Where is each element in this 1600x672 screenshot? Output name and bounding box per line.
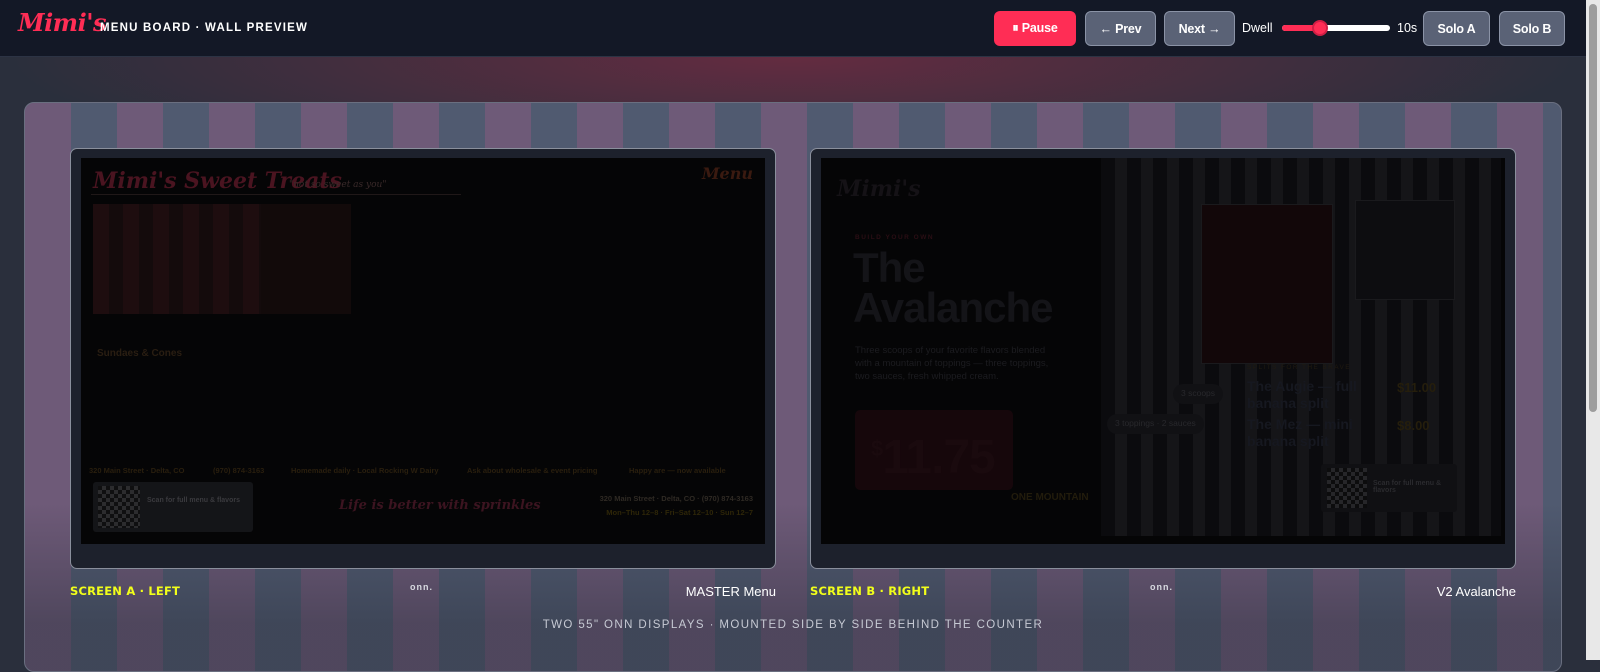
screen-a-section-heading: Sundaes & Cones [97,348,183,359]
screen-b-display: Mimi's BUILD YOUR OWN The Avalanche Thre… [821,158,1505,544]
screen-a-address: 320 Main Street · Delta, CO · (970) 874-… [599,494,753,503]
next-button[interactable]: Next → [1164,11,1235,46]
solo-b-button[interactable]: Solo B [1499,11,1565,46]
screen-a-caption: SCREEN A · LEFT [70,584,181,598]
solo-a-button[interactable]: Solo A [1423,11,1490,46]
screen-a-hours: Mon–Thu 12–8 · Fri–Sat 12–10 · Sun 12–7 [606,508,753,517]
screen-a-qr-card: Scan for full menu & flavors [93,482,253,532]
price-currency: $ [871,436,883,461]
screen-b-pill-toppings: 3 toppings · 2 sauces [1107,414,1204,434]
page-scrollbar[interactable] [1586,0,1600,660]
dwell-slider-thumb[interactable] [1312,20,1329,36]
brand-logo: Mimi's [18,8,107,37]
screen-a-corner-label: Menu [701,164,753,183]
screen-a-slogan: Life is better with sprinkles [339,498,541,513]
screen-b-frame[interactable]: Mimi's BUILD YOUR OWN The Avalanche Thre… [810,148,1516,569]
dwell-label: Dwell [1242,21,1273,35]
screen-b-price-box: $11.75 [855,410,1013,490]
screen-b-caption: SCREEN B · RIGHT [810,584,930,598]
screen-b-photo-2 [1355,200,1455,300]
screen-b-eyebrow: BUILD YOUR OWN [855,234,935,241]
screen-b-mode: V2 Avalanche [1436,584,1516,599]
screen-b-logo: Mimi's [837,176,921,202]
dwell-value: 10s [1397,21,1418,35]
screen-b-qr-text: Scan for full menu & flavors [1373,480,1442,494]
screen-a-tagline: "not so sweet as you" [289,180,387,190]
pause-button[interactable]: ⏸ Pause [994,11,1076,46]
screen-a-info-address: 320 Main Street · Delta, CO [89,466,185,475]
screen-b-item-price: $11.00 [1397,380,1437,395]
price-value: 11.75 [882,431,995,484]
screen-b-description: Three scoops of your favorite flavors bl… [855,345,1049,382]
screen-a-info-phone: (970) 874-3163 [213,466,265,475]
screen-b-photo [1201,204,1333,364]
screen-b-qr-card: Scan for full menu & flavors [1321,464,1457,512]
screen-a-info-wholesale: Ask about wholesale & event pricing [467,466,598,475]
screen-a-qr-text: Scan for full menu & flavors [147,497,240,504]
screen-b-item-name: The Augie — full banana split [1247,378,1357,411]
qr-code-icon [98,486,140,528]
screen-a-info-homemade: Homemade daily · Local Rocking W Dairy [291,466,439,475]
screen-b-sub-label: ONE MOUNTAIN [1011,492,1089,503]
screen-a-photo [93,204,261,314]
screen-b-list-heading: SPLITS FOR THE BRAVE [1247,364,1351,371]
scrollbar-thumb[interactable] [1589,4,1597,412]
top-bar: Mimi's MENU BOARD · WALL PREVIEW ⏸ Pause… [0,0,1586,57]
screen-a-info-happy: Happy are — now available [629,466,726,475]
page-subtitle: MENU BOARD · WALL PREVIEW [100,22,309,34]
screen-a-display: Mimi's Sweet Treats "not so sweet as you… [81,158,765,544]
screen-b-title: The Avalanche [853,244,1054,331]
screen-b-brand-mark: onn. [1150,582,1173,592]
screen-a-mode: MASTER Menu [685,584,776,599]
screen-b-pill-scoops: 3 scoops [1173,384,1224,404]
qr-code-icon [1327,468,1367,508]
screen-b-item-name: The Mez — mini banana split [1247,416,1353,449]
prev-button[interactable]: ← Prev [1085,11,1156,46]
dwell-slider[interactable] [1282,20,1390,36]
screen-a-brand-mark: onn. [410,582,433,592]
screen-b-item-price: $8.00 [1397,418,1430,433]
screen-a-photo-2 [261,204,351,314]
screen-b-price: $11.75 [871,430,996,485]
footer-note: TWO 55" ONN DISPLAYS · MOUNTED SIDE BY S… [542,619,1044,631]
screen-a-frame[interactable]: Mimi's Sweet Treats "not so sweet as you… [70,148,776,569]
